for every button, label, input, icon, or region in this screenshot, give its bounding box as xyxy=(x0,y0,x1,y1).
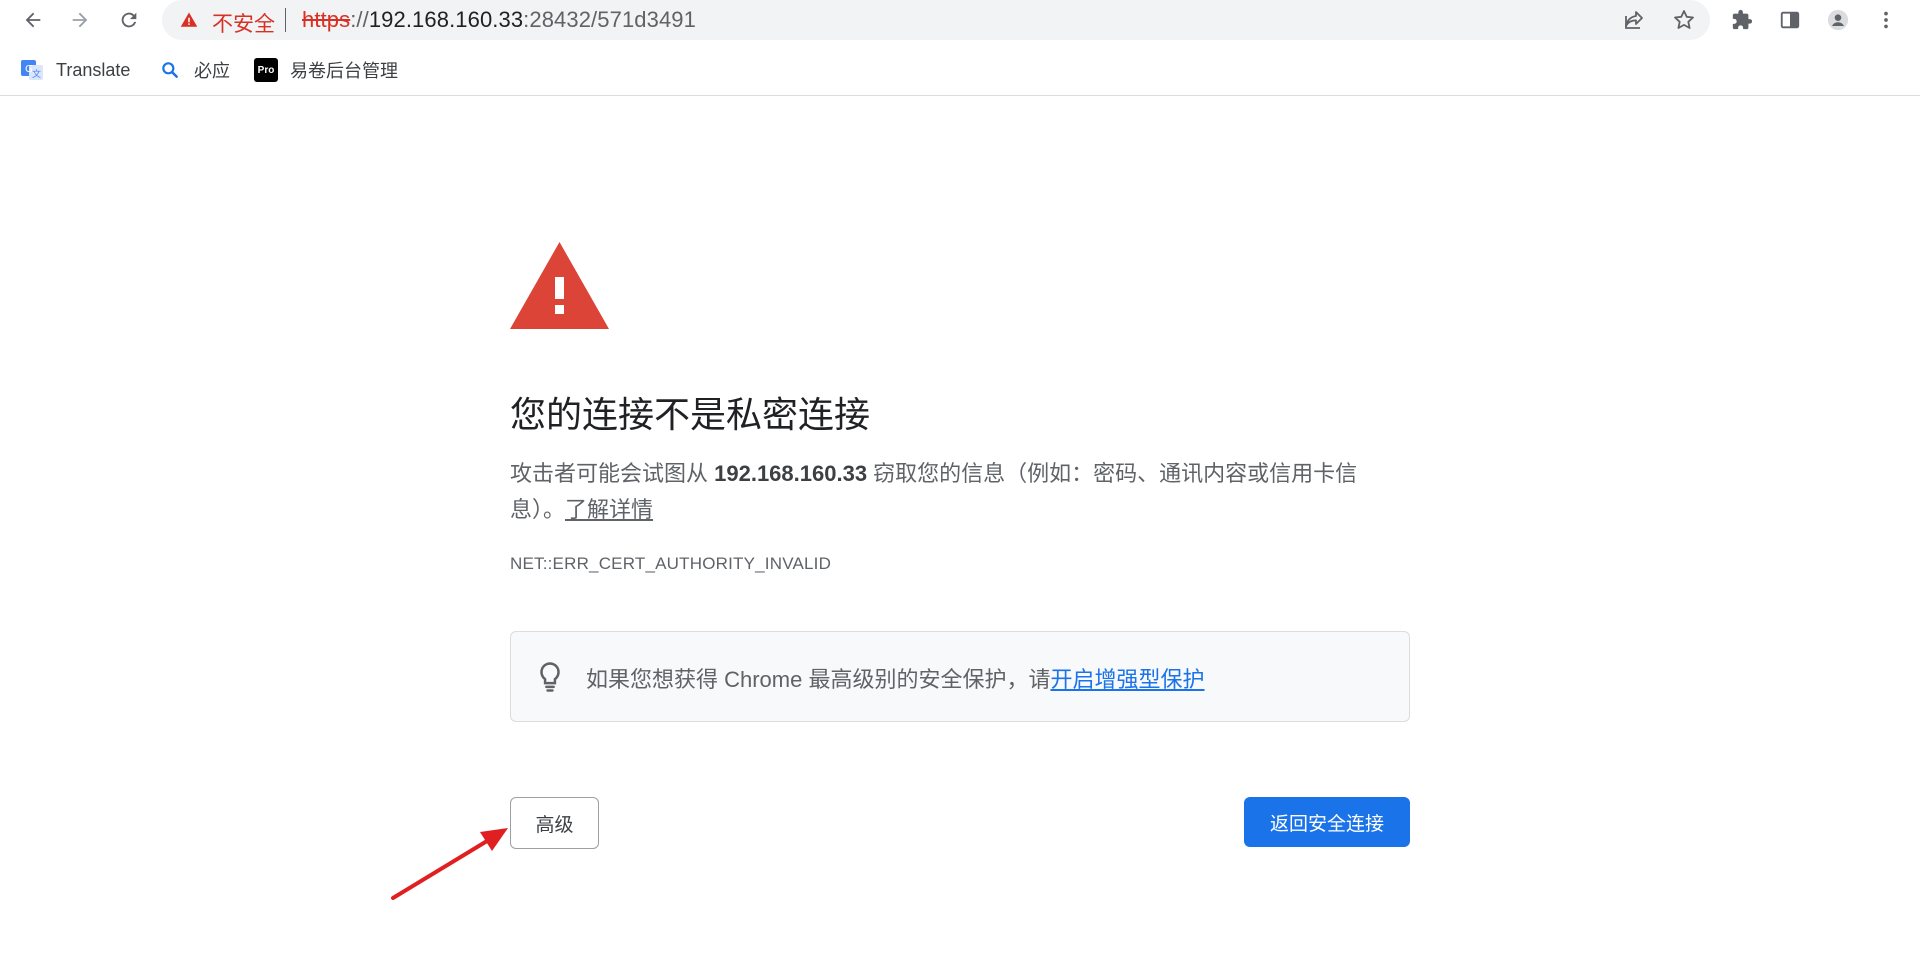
url-text[interactable]: https://192.168.160.33:28432/571d3491 xyxy=(302,7,696,33)
back-to-safety-button[interactable]: 返回安全连接 xyxy=(1244,797,1410,847)
pro-badge-icon: Pro xyxy=(254,58,278,82)
browser-toolbar: 不安全 https://192.168.160.33:28432/571d349… xyxy=(0,0,1920,40)
bing-search-icon xyxy=(158,58,182,82)
tip-text: 如果您想获得 Chrome 最高级别的安全保护，请开启增强型保护 xyxy=(586,662,1205,694)
toolbar-divider xyxy=(0,95,1920,96)
side-panel-button[interactable] xyxy=(1774,4,1806,36)
forward-button[interactable] xyxy=(64,4,96,36)
bookmark-translate[interactable]: G文 Translate xyxy=(20,55,130,85)
url-separator: :// xyxy=(350,7,369,32)
google-translate-icon: G文 xyxy=(20,58,44,82)
not-secure-warning-icon[interactable] xyxy=(180,11,198,29)
url-path: :28432/571d3491 xyxy=(523,7,696,32)
avatar-icon xyxy=(1827,9,1849,31)
error-code[interactable]: NET::ERR_CERT_AUTHORITY_INVALID xyxy=(510,554,831,574)
side-panel-icon xyxy=(1780,11,1800,29)
address-bar[interactable]: 不安全 https://192.168.160.33:28432/571d349… xyxy=(162,0,1710,40)
bookmark-label: 必应 xyxy=(194,61,230,81)
not-secure-label[interactable]: 不安全 xyxy=(212,8,275,38)
bookmark-label: 易卷后台管理 xyxy=(290,61,398,81)
svg-text:文: 文 xyxy=(32,68,41,80)
url-scheme: https xyxy=(302,7,351,32)
profile-button[interactable] xyxy=(1822,4,1854,36)
reload-button[interactable] xyxy=(113,4,145,36)
omnibox-divider xyxy=(285,8,286,32)
menu-button[interactable] xyxy=(1870,4,1902,36)
url-host: 192.168.160.33 xyxy=(368,7,524,32)
explanation-host: 192.168.160.33 xyxy=(714,461,868,486)
back-button[interactable] xyxy=(17,4,49,36)
kebab-menu-icon xyxy=(1884,11,1888,29)
advanced-button[interactable]: 高级 xyxy=(510,797,599,849)
tip-message: 如果您想获得 Chrome 最高级别的安全保护，请 xyxy=(586,667,1051,692)
bookmark-label: Translate xyxy=(56,59,131,80)
explanation-text: 攻击者可能会试图从 192.168.160.33 窃取您的信息（例如：密码、通讯… xyxy=(510,456,1390,528)
enhanced-protection-tip: 如果您想获得 Chrome 最高级别的安全保护，请开启增强型保护 xyxy=(510,631,1410,722)
bookmark-bing[interactable]: 必应 xyxy=(158,55,230,85)
warning-triangle-icon xyxy=(510,242,609,329)
bookmark-star-icon[interactable] xyxy=(1672,8,1696,32)
arrow-left-icon xyxy=(25,12,41,28)
explanation-prefix: 攻击者可能会试图从 xyxy=(510,461,715,486)
bookmark-yijuan-admin[interactable]: Pro 易卷后台管理 xyxy=(254,55,398,85)
share-icon[interactable] xyxy=(1622,8,1646,32)
bookmarks-bar: G文 Translate 必应 Pro 易卷后台管理 xyxy=(0,48,1920,92)
learn-more-link[interactable]: 了解详情 xyxy=(565,497,653,522)
annotation-arrow-icon xyxy=(391,828,508,900)
page-title: 您的连接不是私密连接 xyxy=(510,394,871,435)
lightbulb-icon xyxy=(540,662,560,692)
extensions-button[interactable] xyxy=(1726,4,1758,36)
arrow-right-icon xyxy=(72,12,88,28)
reload-icon xyxy=(121,12,137,28)
puzzle-icon xyxy=(1732,9,1753,30)
enhanced-protection-link[interactable]: 开启增强型保护 xyxy=(1050,667,1204,692)
